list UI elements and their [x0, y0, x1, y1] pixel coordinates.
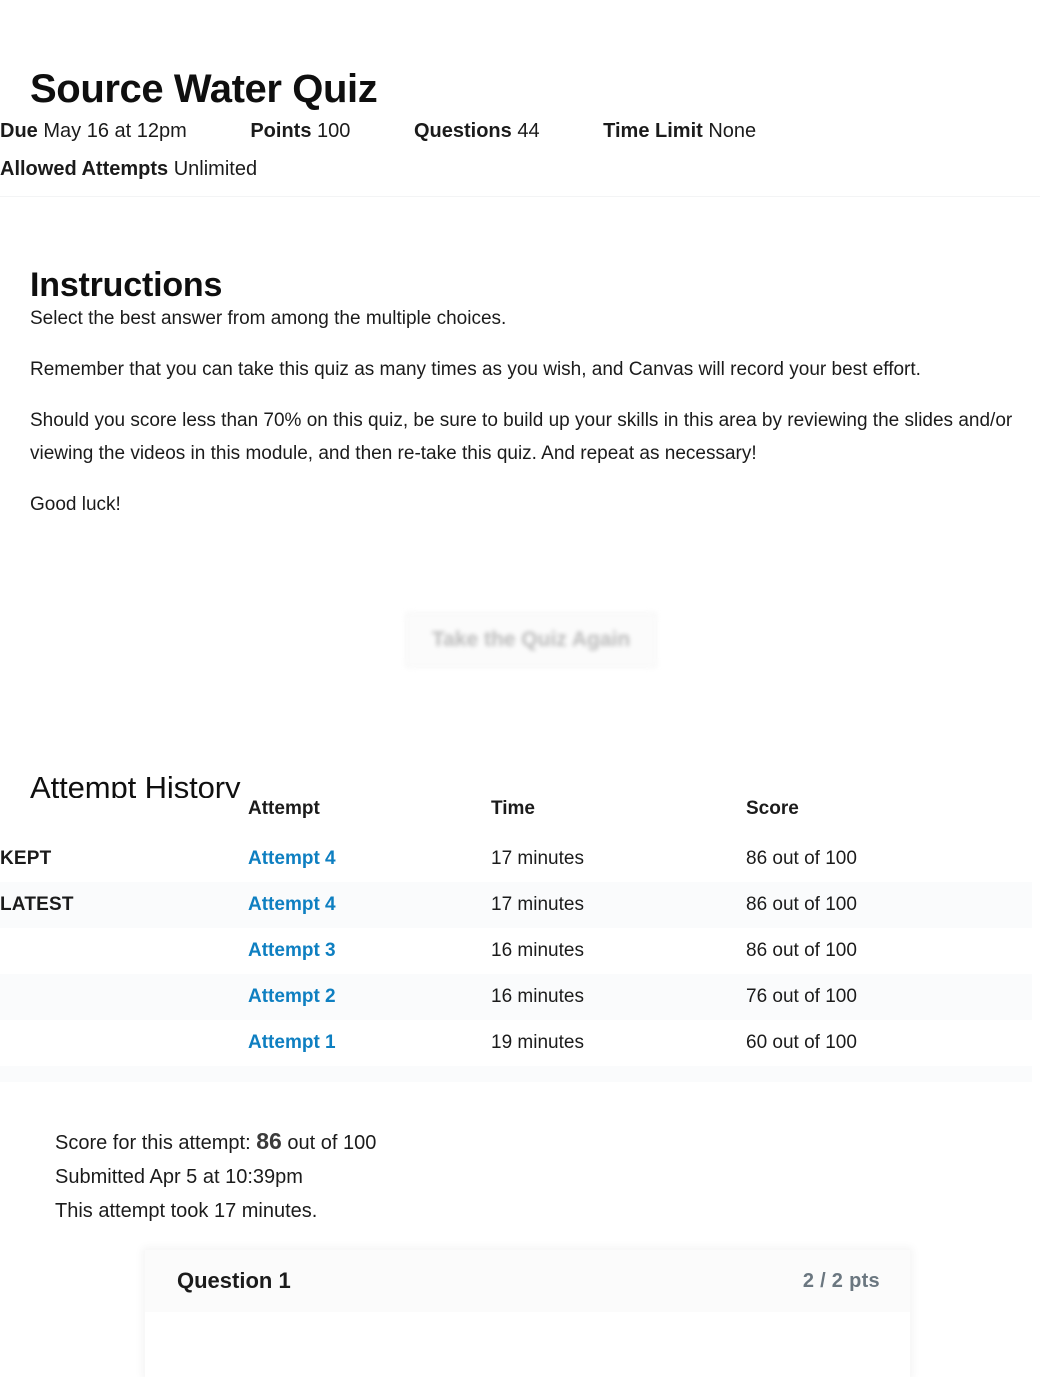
- attempt-history-body: KEPT Attempt 4 17 minutes 86 out of 100 …: [0, 836, 1032, 1082]
- column-header-attempt: Attempt: [248, 798, 491, 836]
- table-header-row: Attempt Time Score: [0, 798, 1032, 836]
- row-flag: KEPT: [0, 836, 248, 882]
- quiz-meta-line-2: Allowed Attempts Unlimited: [0, 150, 1030, 188]
- question-points: 2 / 2 pts: [802, 1269, 880, 1292]
- instructions-body: Select the best answer from among the mu…: [30, 302, 1018, 521]
- row-time: 19 minutes: [491, 1020, 746, 1066]
- table-row: Attempt 3 16 minutes 86 out of 100: [0, 928, 1032, 974]
- attempt-submitted-line: Submitted Apr 5 at 10:39pm: [55, 1166, 303, 1188]
- column-header-time: Time: [491, 798, 746, 836]
- question-container: Question 1 2 / 2 pts: [145, 1250, 910, 1377]
- row-attempt: Attempt 1: [248, 1020, 491, 1066]
- row-time: 16 minutes: [491, 928, 746, 974]
- quiz-meta-strip: Due May 16 at 12pm Points 100 Questions …: [0, 100, 1030, 200]
- meta-time-limit-value: None: [708, 120, 757, 142]
- question-header: Question 1 2 / 2 pts: [145, 1250, 910, 1312]
- attempt-link[interactable]: Attempt 4: [248, 848, 336, 869]
- table-row: LATEST Attempt 4 17 minutes 86 out of 10…: [0, 882, 1032, 928]
- row-attempt: Attempt 4: [248, 836, 491, 882]
- meta-questions-label: Questions: [413, 120, 512, 142]
- attempt-score-suffix: out of 100: [287, 1132, 377, 1154]
- take-quiz-again-button[interactable]: Take the Quiz Again: [404, 612, 658, 668]
- meta-points-label: Points: [250, 120, 312, 142]
- attempt-duration-line: This attempt took 17 minutes.: [55, 1200, 318, 1222]
- row-score: 86 out of 100: [746, 928, 1032, 974]
- attempt-score-line: Score for this attempt: 86 out of 100: [55, 1124, 376, 1160]
- instructions-heading: Instructions: [30, 266, 223, 305]
- retake-quiz-container: Take the Quiz Again: [0, 612, 1062, 668]
- row-flag: [0, 1020, 248, 1066]
- row-flag: LATEST: [0, 882, 248, 928]
- meta-points-value: 100: [317, 120, 351, 142]
- attempt-score-value: 86: [256, 1128, 282, 1154]
- meta-questions-value: 44: [517, 120, 540, 142]
- quiz-results-page: Source Water Quiz Due May 16 at 12pm Poi…: [0, 0, 1062, 1377]
- meta-allowed-attempts-label: Allowed Attempts: [0, 158, 169, 180]
- quiz-meta-line-1: Due May 16 at 12pm Points 100 Questions …: [0, 112, 1030, 150]
- meta-due-label: Due: [0, 120, 38, 142]
- column-header-score: Score: [746, 798, 1032, 836]
- meta-points: Points 100: [250, 112, 350, 150]
- meta-allowed-attempts: Allowed Attempts Unlimited: [0, 150, 257, 188]
- meta-due: Due May 16 at 12pm: [0, 112, 187, 150]
- row-time: 17 minutes: [491, 836, 746, 882]
- row-attempt: Attempt 3: [248, 928, 491, 974]
- row-score: 86 out of 100: [746, 882, 1032, 928]
- instructions-paragraph-4: Good luck!: [30, 494, 121, 515]
- meta-questions: Questions 44: [414, 112, 540, 150]
- meta-time-limit: Time Limit None: [603, 112, 756, 150]
- row-score: 60 out of 100: [746, 1020, 1032, 1066]
- row-time: 16 minutes: [491, 974, 746, 1020]
- instructions-paragraph-3: Should you score less than 70% on this q…: [30, 410, 1013, 464]
- attempt-score-prefix: Score for this attempt:: [55, 1132, 251, 1154]
- attempt-history-table: Attempt Time Score KEPT Attempt 4 17 min…: [0, 798, 1032, 1082]
- table-row: Attempt 2 16 minutes 76 out of 100: [0, 974, 1032, 1020]
- row-attempt: Attempt 4: [248, 882, 491, 928]
- meta-allowed-attempts-value: Unlimited: [173, 158, 258, 180]
- row-time: 17 minutes: [491, 882, 746, 928]
- table-spacer-row: [0, 1066, 1032, 1082]
- attempt-summary: Score for this attempt: 86 out of 100 Su…: [55, 1124, 376, 1228]
- instructions-paragraph-2: Remember that you can take this quiz as …: [30, 359, 921, 380]
- table-row: Attempt 1 19 minutes 60 out of 100: [0, 1020, 1032, 1066]
- instructions-paragraph-1: Select the best answer from among the mu…: [30, 308, 507, 329]
- header-divider: [0, 196, 1040, 197]
- meta-due-value: May 16 at 12pm: [43, 120, 187, 142]
- table-row: KEPT Attempt 4 17 minutes 86 out of 100: [0, 836, 1032, 882]
- attempt-link[interactable]: Attempt 3: [248, 940, 336, 961]
- row-flag: [0, 974, 248, 1020]
- attempt-link[interactable]: Attempt 1: [248, 1032, 336, 1053]
- row-attempt: Attempt 2: [248, 974, 491, 1020]
- row-score: 76 out of 100: [746, 974, 1032, 1020]
- attempt-link[interactable]: Attempt 2: [248, 986, 336, 1007]
- meta-time-limit-label: Time Limit: [603, 120, 703, 142]
- attempt-history-head: Attempt Time Score: [0, 798, 1032, 836]
- row-flag: [0, 928, 248, 974]
- column-header-flag: [0, 798, 248, 836]
- row-score: 86 out of 100: [746, 836, 1032, 882]
- attempt-link[interactable]: Attempt 4: [248, 894, 336, 915]
- question-name: Question 1: [177, 1268, 291, 1293]
